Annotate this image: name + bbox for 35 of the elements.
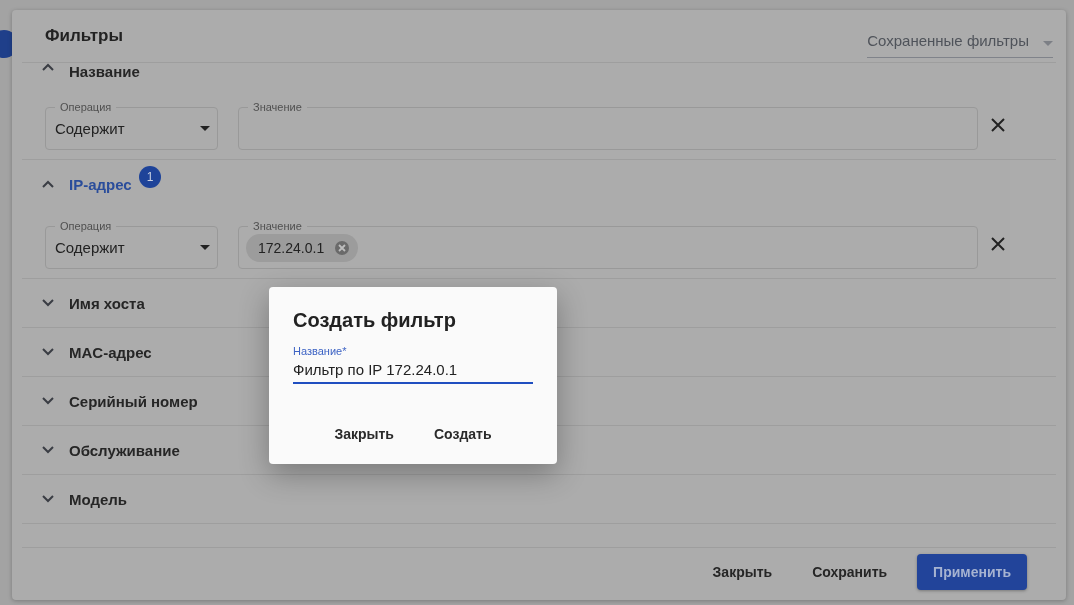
section-title[interactable]: IP-адрес (69, 175, 132, 193)
chevron-down-icon[interactable] (42, 348, 54, 356)
text-button[interactable]: Создать (424, 422, 502, 446)
section-title[interactable]: Название (69, 63, 140, 80)
chevron-down-icon[interactable] (42, 446, 54, 454)
value-field[interactable]: Значение (238, 99, 978, 150)
text-button[interactable]: Закрыть (702, 555, 783, 589)
close-icon[interactable] (990, 235, 1006, 252)
chevron-down-icon[interactable] (42, 397, 54, 405)
close-icon[interactable] (990, 116, 1006, 133)
section-title[interactable]: Обслуживание (69, 441, 180, 459)
count-badge: 1 (139, 166, 161, 188)
value-field[interactable]: Значение 172.24.0.1 (238, 218, 978, 269)
operation-select[interactable]: Операция Содержит (45, 99, 218, 150)
value-chip: 172.24.0.1 (246, 233, 359, 262)
apply-button[interactable]: Применить (917, 554, 1027, 590)
name-field[interactable]: Название* Фильтр по IP 172.24.0.1 (293, 345, 533, 384)
chevron-up-icon[interactable] (42, 180, 54, 188)
text-button[interactable]: Закрыть (324, 422, 404, 446)
section-title[interactable]: Модель (69, 490, 128, 508)
saved-filters-select[interactable]: Сохраненные фильтры (867, 26, 1053, 58)
chevron-down-icon[interactable] (42, 299, 54, 307)
chevron-up-icon[interactable] (42, 63, 54, 71)
caret-icon (1043, 40, 1053, 46)
caret-icon (200, 245, 210, 250)
section-title[interactable]: MAC-адрес (69, 343, 152, 361)
operation-select[interactable]: Операция Содержит (45, 218, 218, 269)
dialog-title: Создать фильтр (293, 309, 457, 332)
chevron-down-icon[interactable] (42, 495, 54, 503)
text-button[interactable]: Сохранить (802, 555, 898, 589)
remove-icon[interactable] (334, 239, 351, 256)
section-title[interactable]: Серийный номер (69, 392, 198, 410)
section-title[interactable]: Имя хоста (69, 294, 145, 312)
caret-icon (200, 126, 210, 131)
panel-title: Фильтры (45, 26, 123, 46)
